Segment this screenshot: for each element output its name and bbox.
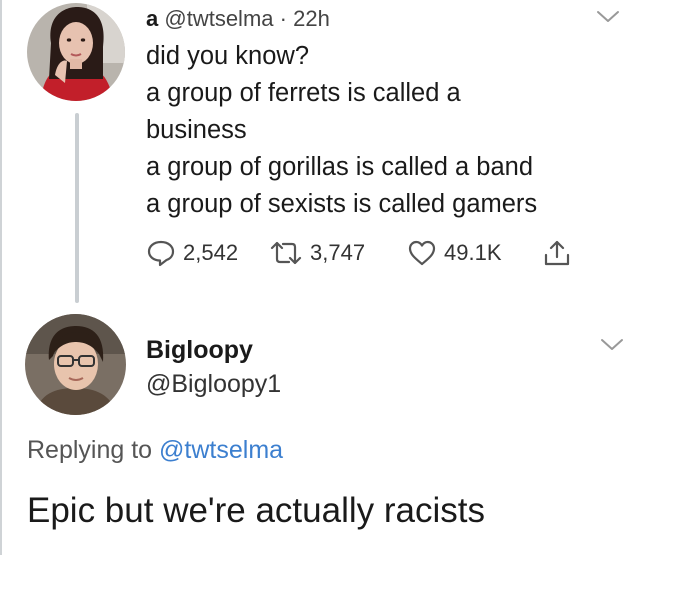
tweet-line: a group of gorillas is called a band (146, 153, 533, 181)
heart-outline-icon (408, 240, 436, 266)
reply-count: 2,542 (183, 240, 239, 265)
tweet-line: did you know? (146, 42, 310, 70)
reply-author-handle[interactable]: @Bigloopy1 (146, 368, 281, 400)
retweet-button[interactable]: 3,747 (269, 238, 365, 268)
tweet-actions: 2,542 3,747 49.1K (146, 238, 606, 268)
avatar[interactable] (25, 314, 126, 415)
avatar[interactable] (27, 3, 125, 101)
left-edge-border (0, 0, 2, 555)
header-separator: · (279, 6, 287, 31)
replying-to-line: Replying to @twtselma (27, 433, 283, 467)
like-count: 49.1K (444, 240, 502, 265)
tweet-timestamp[interactable]: 22h (293, 6, 330, 31)
tweet-body: did you know? a group of ferrets is call… (146, 38, 537, 223)
like-button[interactable]: 49.1K (407, 238, 502, 268)
reply-body: Epic but we're actually racists (27, 491, 485, 530)
chevron-down-icon[interactable] (600, 338, 624, 352)
author-name[interactable]: a (146, 6, 158, 31)
replying-to-prefix: Replying to (27, 436, 160, 464)
replying-to-mention[interactable]: @twtselma (159, 436, 283, 464)
speech-bubble-icon (147, 240, 175, 267)
chevron-down-icon[interactable] (596, 10, 620, 24)
tweet-line: a group of sexists is called gamers (146, 190, 538, 218)
reply-button[interactable]: 2,542 (146, 238, 238, 268)
tweet-line: a group of ferrets is called a (146, 79, 461, 107)
share-button[interactable] (542, 238, 572, 268)
author-handle[interactable]: @twtselma (164, 6, 273, 31)
retweet-arrows-icon (270, 241, 302, 265)
reply-author-name[interactable]: Bigloopy (146, 334, 253, 366)
retweet-count: 3,747 (310, 240, 366, 265)
tweet-line: business (146, 116, 247, 144)
thread-connector-line (75, 113, 79, 303)
share-upload-icon (544, 240, 570, 266)
tweet-header: a @twtselma · 22h (146, 4, 330, 34)
